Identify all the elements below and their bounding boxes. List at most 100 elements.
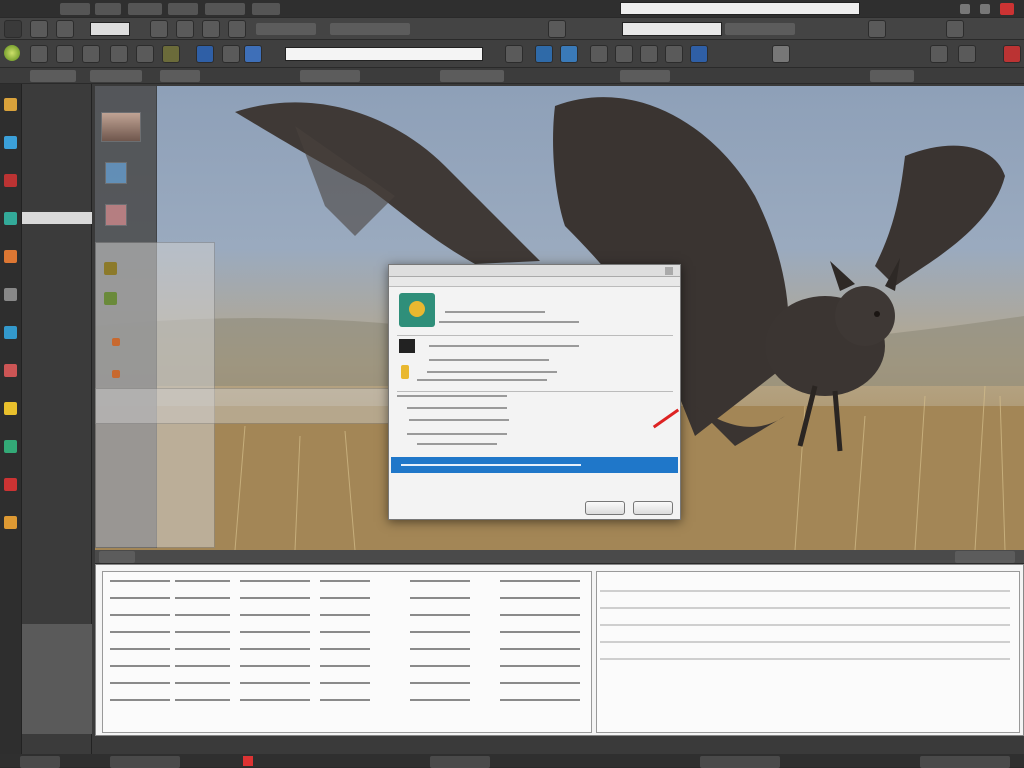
globe-icon[interactable] — [4, 136, 17, 149]
copy-icon[interactable] — [150, 20, 168, 38]
path-field[interactable] — [285, 47, 483, 61]
layer-icon-d[interactable] — [112, 370, 120, 378]
flag-icon[interactable] — [4, 478, 17, 491]
table-cell — [110, 699, 170, 701]
star-icon[interactable] — [4, 516, 17, 529]
table-cell — [320, 597, 370, 599]
cancel-button[interactable] — [633, 501, 673, 515]
address-bar[interactable] — [620, 2, 860, 15]
trash-icon[interactable] — [946, 20, 964, 38]
menu-item-view[interactable] — [128, 3, 162, 15]
chart-icon[interactable] — [4, 212, 17, 225]
search-field[interactable] — [622, 22, 722, 36]
cube-icon[interactable] — [4, 250, 17, 263]
dialog-text-9 — [417, 443, 497, 445]
doc-blue-icon[interactable] — [244, 45, 262, 63]
table-cell — [410, 631, 470, 633]
bottom-panel-tab[interactable] — [99, 551, 135, 563]
layer-thumbnail-3[interactable] — [105, 204, 127, 226]
table-cell — [500, 699, 580, 701]
close-window-icon[interactable] — [1000, 3, 1014, 15]
photo-icon[interactable] — [4, 364, 17, 377]
refresh-icon[interactable] — [110, 45, 128, 63]
menu-item-edit[interactable] — [95, 3, 121, 15]
tool-label-6[interactable] — [620, 70, 670, 82]
music-icon[interactable] — [4, 402, 17, 415]
table-row-divider — [600, 590, 1010, 592]
table-cell — [410, 665, 470, 667]
share-icon[interactable] — [202, 20, 220, 38]
layer-thumbnail-1[interactable] — [101, 112, 141, 142]
globe-icon-3[interactable] — [690, 45, 708, 63]
bottom-panel-tab-2[interactable] — [955, 551, 1015, 563]
file-panel-selected-item[interactable] — [22, 212, 92, 224]
forward-icon[interactable] — [56, 45, 74, 63]
tool-label-4[interactable] — [300, 70, 360, 82]
menu-item-window[interactable] — [205, 3, 245, 15]
help-icon[interactable] — [772, 45, 790, 63]
folder-icon[interactable] — [868, 20, 886, 38]
layers-icon[interactable] — [30, 20, 48, 38]
layer-thumbnail-2[interactable] — [105, 162, 127, 184]
table-cell — [410, 597, 470, 599]
dialog-close-icon[interactable] — [665, 267, 673, 275]
table-cell — [110, 580, 170, 582]
copy-icon-2[interactable] — [505, 45, 523, 63]
dialog-selected-row[interactable] — [391, 457, 678, 473]
ok-button[interactable] — [585, 501, 625, 515]
tool-label-7[interactable] — [870, 70, 914, 82]
menu-item-file[interactable] — [60, 3, 90, 15]
mail-icon[interactable] — [4, 326, 17, 339]
table-cell — [110, 682, 170, 684]
table-cell — [110, 665, 170, 667]
dialog-app-icon — [399, 293, 435, 327]
toolbar-search-field[interactable] — [90, 22, 130, 36]
dialog-subheading-line-3 — [539, 321, 579, 323]
bat-left-wing — [235, 102, 540, 265]
minimize-icon[interactable] — [960, 4, 970, 14]
person-icon[interactable] — [82, 45, 100, 63]
app-logo-icon[interactable] — [4, 45, 20, 61]
doc-icon[interactable] — [4, 174, 17, 187]
tool-label-3[interactable] — [160, 70, 200, 82]
layer-icon-c[interactable] — [112, 338, 120, 346]
tool-label-2[interactable] — [90, 70, 142, 82]
menu-item-tools[interactable] — [168, 3, 198, 15]
layer-icon-a[interactable] — [104, 262, 117, 275]
toolbar-app-icon[interactable] — [4, 20, 22, 38]
toolbar-row-2 — [0, 40, 1024, 68]
table-cell — [500, 665, 580, 667]
table-cell — [175, 648, 230, 650]
maximize-icon[interactable] — [980, 4, 990, 14]
layers-icon-2[interactable] — [162, 45, 180, 63]
table-cell — [175, 597, 230, 599]
document-icon[interactable] — [56, 20, 74, 38]
print-icon[interactable] — [665, 45, 683, 63]
image-icon-2[interactable] — [222, 45, 240, 63]
globe-icon[interactable] — [228, 20, 246, 38]
status-icon[interactable] — [243, 756, 253, 766]
back-icon[interactable] — [30, 45, 48, 63]
tool-label-1[interactable] — [30, 70, 76, 82]
tool-label-5[interactable] — [440, 70, 504, 82]
export-icon[interactable] — [930, 45, 948, 63]
edit-icon[interactable] — [136, 45, 154, 63]
layer-icon-b[interactable] — [104, 292, 117, 305]
info-icon[interactable] — [196, 45, 214, 63]
hammer-icon[interactable] — [4, 98, 17, 111]
menu-item-help[interactable] — [252, 3, 280, 15]
close-icon[interactable] — [958, 45, 976, 63]
table-row-divider — [600, 607, 1010, 609]
person-icon-2[interactable] — [590, 45, 608, 63]
image-icon[interactable] — [176, 20, 194, 38]
alert-icon[interactable] — [1003, 45, 1021, 63]
shield-icon[interactable] — [4, 440, 17, 453]
table-cell — [320, 699, 370, 701]
gear-icon[interactable] — [4, 288, 17, 301]
settings-icon[interactable] — [640, 45, 658, 63]
table-cell — [175, 631, 230, 633]
network-icon[interactable] — [560, 45, 578, 63]
globe-icon-2[interactable] — [535, 45, 553, 63]
tag-icon[interactable] — [548, 20, 566, 38]
share-icon-2[interactable] — [615, 45, 633, 63]
